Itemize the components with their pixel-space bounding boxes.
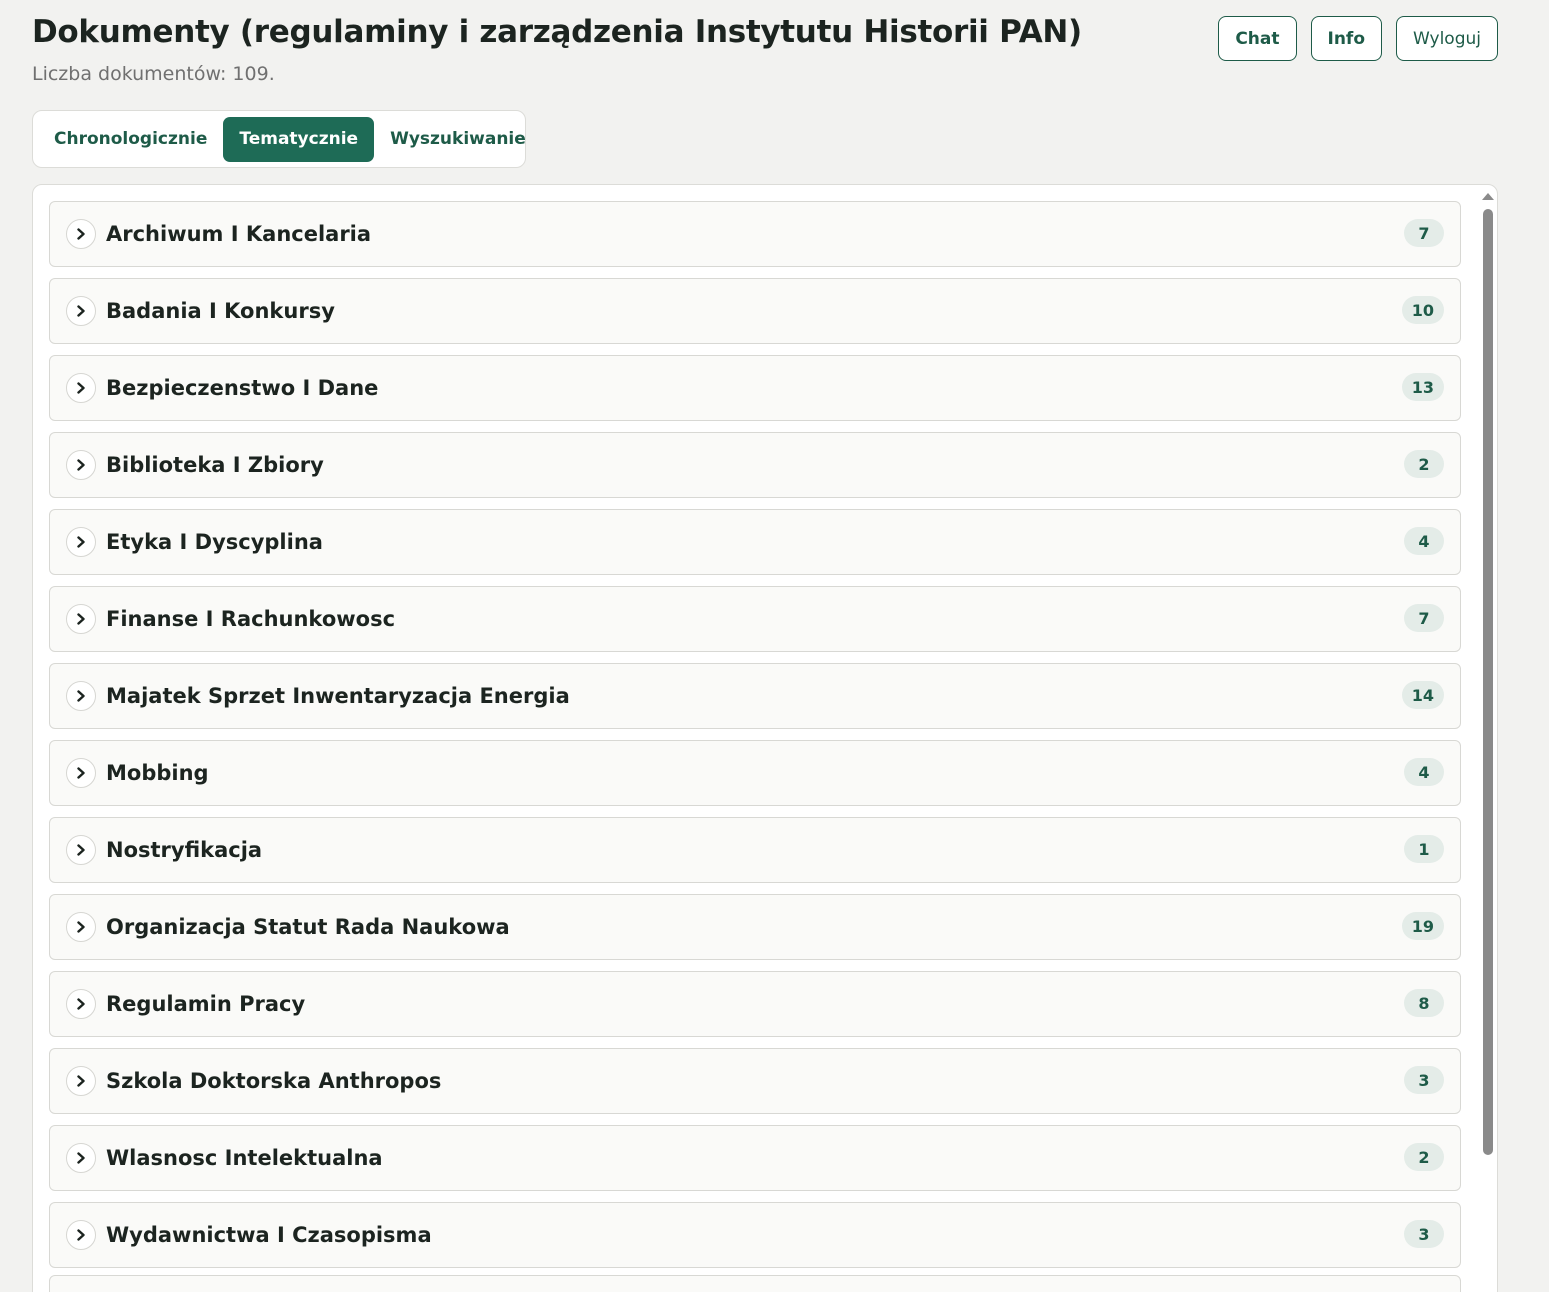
page-title: Dokumenty (regulaminy i zarządzenia Inst… <box>32 14 1082 50</box>
count-badge: 10 <box>1401 296 1444 324</box>
category-item[interactable]: Finanse I Rachunkowosc 7 <box>49 586 1461 652</box>
document-count: Liczba dokumentów: 109. <box>32 63 275 85</box>
count-badge: 1 <box>1404 835 1444 863</box>
chevron-right-icon[interactable] <box>66 1066 96 1096</box>
chevron-right-icon[interactable] <box>66 373 96 403</box>
category-item[interactable]: Wlasnosc Intelektualna 2 <box>49 1125 1461 1191</box>
scroll-up-arrow-icon[interactable] <box>1482 193 1494 200</box>
count-badge: 19 <box>1401 912 1444 940</box>
chevron-right-icon[interactable] <box>66 450 96 480</box>
count-badge: 2 <box>1404 450 1444 478</box>
category-item[interactable]: Biblioteka I Zbiory 2 <box>49 432 1461 498</box>
chevron-right-icon[interactable] <box>66 527 96 557</box>
category-item[interactable]: Bezpieczenstwo I Dane 13 <box>49 355 1461 421</box>
view-tabs: Chronologicznie Tematycznie Wyszukiwanie <box>32 110 526 168</box>
category-item[interactable]: Organizacja Statut Rada Naukowa 19 <box>49 894 1461 960</box>
category-label: Nostryfikacja <box>106 838 263 862</box>
category-label: Bezpieczenstwo I Dane <box>106 376 379 400</box>
category-label: Finanse I Rachunkowosc <box>106 607 396 631</box>
category-label: Wydawnictwa I Czasopisma <box>106 1223 432 1247</box>
count-badge: 13 <box>1401 373 1444 401</box>
category-item[interactable]: Szkola Doktorska Anthropos 3 <box>49 1048 1461 1114</box>
scrollbar[interactable] <box>1482 191 1494 1292</box>
header-actions: Chat Info Wyloguj <box>1218 16 1498 61</box>
category-label: Organizacja Statut Rada Naukowa <box>106 915 510 939</box>
count-badge: 7 <box>1404 219 1444 247</box>
category-item[interactable]: Etyka I Dyscyplina 4 <box>49 509 1461 575</box>
chevron-right-icon[interactable] <box>66 758 96 788</box>
category-label: Biblioteka I Zbiory <box>106 453 324 477</box>
category-item-partial[interactable] <box>49 1275 1461 1292</box>
count-badge: 3 <box>1404 1220 1444 1248</box>
category-panel: Archiwum I Kancelaria 7 Badania I Konkursy… <box>32 184 1498 1292</box>
chevron-right-icon[interactable] <box>66 989 96 1019</box>
chevron-right-icon[interactable] <box>66 681 96 711</box>
category-label: Etyka I Dyscyplina <box>106 530 323 554</box>
category-item[interactable]: Wydawnictwa I Czasopisma 3 <box>49 1202 1461 1268</box>
count-badge: 4 <box>1404 527 1444 555</box>
count-badge: 3 <box>1404 1066 1444 1094</box>
chat-button[interactable]: Chat <box>1218 16 1297 61</box>
tab-chronologicznie[interactable]: Chronologicznie <box>38 117 223 162</box>
tab-tematycznie[interactable]: Tematycznie <box>223 116 375 162</box>
tab-wyszukiwanie[interactable]: Wyszukiwanie <box>374 117 542 162</box>
chevron-right-icon[interactable] <box>66 835 96 865</box>
scrollbar-thumb[interactable] <box>1483 209 1493 1155</box>
category-label: Mobbing <box>106 761 209 785</box>
category-label: Archiwum I Kancelaria <box>106 222 372 246</box>
count-badge: 4 <box>1404 758 1444 786</box>
count-badge: 8 <box>1404 989 1444 1017</box>
count-badge: 7 <box>1404 604 1444 632</box>
category-item[interactable]: Mobbing 4 <box>49 740 1461 806</box>
category-item[interactable]: Nostryfikacja 1 <box>49 817 1461 883</box>
chevron-right-icon[interactable] <box>66 912 96 942</box>
chevron-right-icon[interactable] <box>66 604 96 634</box>
category-label: Regulamin Pracy <box>106 992 306 1016</box>
category-item[interactable]: Badania I Konkursy 10 <box>49 278 1461 344</box>
category-label: Wlasnosc Intelektualna <box>106 1146 383 1170</box>
count-badge: 14 <box>1401 681 1444 709</box>
page: Dokumenty (regulaminy i zarządzenia Inst… <box>0 0 1549 1292</box>
chevron-right-icon[interactable] <box>66 219 96 249</box>
category-item[interactable]: Regulamin Pracy 8 <box>49 971 1461 1037</box>
chevron-right-icon[interactable] <box>66 296 96 326</box>
category-label: Szkola Doktorska Anthropos <box>106 1069 442 1093</box>
category-item[interactable]: Archiwum I Kancelaria 7 <box>49 201 1461 267</box>
chevron-right-icon[interactable] <box>66 1143 96 1173</box>
category-item[interactable]: Majatek Sprzet Inwentaryzacja Energia 14 <box>49 663 1461 729</box>
logout-button[interactable]: Wyloguj <box>1396 16 1498 61</box>
count-badge: 2 <box>1404 1143 1444 1171</box>
chevron-right-icon[interactable] <box>66 1220 96 1250</box>
category-label: Badania I Konkursy <box>106 299 335 323</box>
category-list: Archiwum I Kancelaria 7 Badania I Konkursy… <box>49 201 1461 1279</box>
info-button[interactable]: Info <box>1310 16 1383 61</box>
category-label: Majatek Sprzet Inwentaryzacja Energia <box>106 684 570 708</box>
